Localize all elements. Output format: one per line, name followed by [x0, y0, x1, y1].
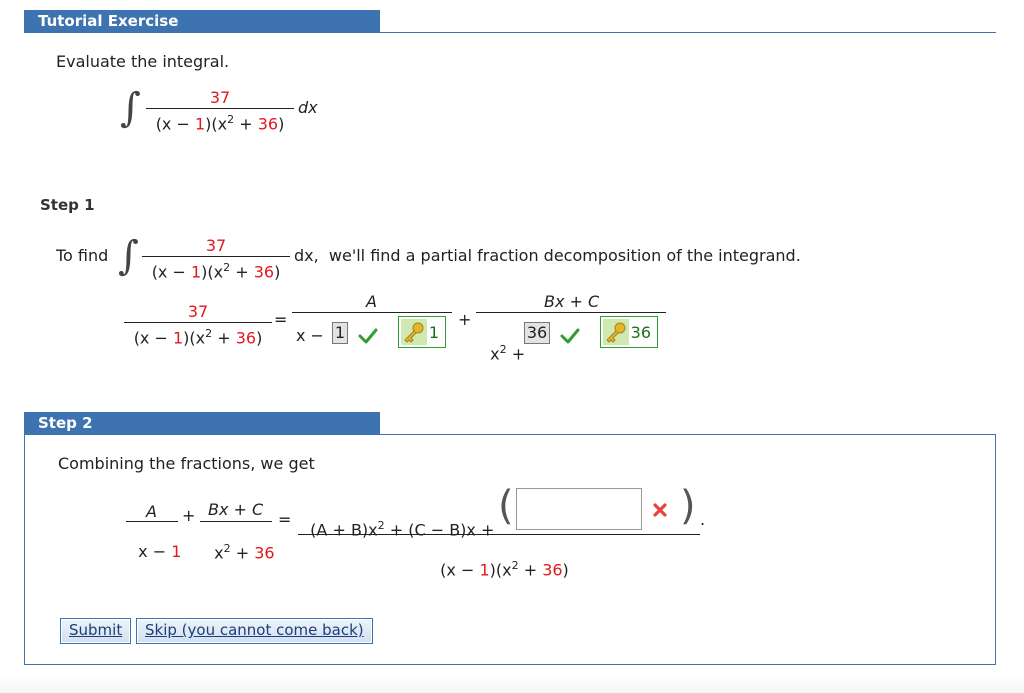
decomp-lhs-numerator: 37	[187, 302, 209, 321]
step2-rhs-bar	[298, 534, 700, 535]
key-icon	[603, 319, 629, 345]
integrand-numerator: 37	[209, 88, 231, 107]
step2-f1-bar	[126, 521, 178, 522]
decomp-plus: +	[458, 310, 472, 329]
decomp-frac2-numerator: Bx + C	[544, 292, 600, 311]
step1-label: Step 1	[40, 196, 95, 214]
decomp-frac2-den-prefix: x2 +	[490, 343, 531, 364]
step2-right-paren: )	[680, 483, 696, 529]
step1-to-find: To find	[56, 246, 109, 265]
step1-denominator: (x − 1)(x2 + 36)	[151, 261, 281, 282]
decomp-frac2-key: 36	[600, 316, 658, 348]
step2-rhs-denominator: (x − 1)(x2 + 36)	[440, 559, 569, 580]
decomp-frac1-answer-box[interactable]: 1	[332, 322, 348, 344]
decomp-frac2-answer-box[interactable]: 36	[524, 322, 550, 344]
decomp-frac1-key: 1	[398, 316, 446, 348]
step1-integral-sign: ∫	[118, 233, 139, 279]
tutorial-header-rule	[24, 32, 996, 33]
step2-intro: Combining the fractions, we get	[58, 454, 315, 473]
step2-f1-denominator: x − 1	[138, 542, 182, 561]
step2-header: Step 2	[24, 412, 380, 434]
decomp-lhs-denominator: (x − 1)(x2 + 36)	[133, 327, 263, 348]
page-bottom-shadow	[0, 676, 1024, 693]
check-icon	[358, 328, 378, 344]
skip-button[interactable]: Skip (you cannot come back)	[136, 618, 373, 644]
integral-sign: ∫	[120, 85, 141, 131]
decomp-frac1-den-prefix: x −	[296, 326, 330, 345]
step2-plus: +	[182, 506, 196, 525]
step2-f1-numerator: A	[146, 502, 157, 521]
submit-button[interactable]: Submit	[60, 618, 132, 644]
decomp-frac2-bar	[476, 312, 666, 313]
tutorial-header: Tutorial Exercise	[24, 10, 380, 32]
step2-period: .	[700, 510, 706, 529]
decomp-equals: =	[274, 310, 288, 329]
step2-f2-bar	[200, 521, 272, 522]
step2-label: Step 2	[38, 414, 93, 432]
step2-answer-input[interactable]	[516, 488, 642, 530]
step2-f2-denominator: x2 + 36	[214, 542, 275, 563]
step1-numerator: 37	[205, 236, 227, 255]
integrand-fraction: 37 (x − 1)(x2 + 36)	[146, 88, 294, 135]
decomp-frac1-key-value: 1	[428, 323, 439, 342]
step2-left-paren: (	[498, 483, 514, 529]
decomp-frac1-numerator: A	[366, 292, 377, 311]
prompt-text: Evaluate the integral.	[56, 52, 230, 71]
integral-dx: dx	[298, 98, 318, 117]
check-icon	[560, 328, 580, 344]
step1-sentence: dx, we'll find a partial fraction decomp…	[294, 246, 801, 265]
decomp-frac1-bar	[292, 312, 452, 313]
wrong-x-icon	[653, 503, 667, 517]
key-icon	[401, 319, 427, 345]
step2-equals: =	[278, 510, 292, 529]
step1-integrand-fraction: 37 (x − 1)(x2 + 36)	[142, 236, 290, 283]
integrand-denominator: (x − 1)(x2 + 36)	[155, 113, 285, 134]
decomp-frac2-key-value: 36	[630, 323, 651, 342]
tutorial-header-label: Tutorial Exercise	[38, 12, 179, 30]
step2-f2-numerator: Bx + C	[208, 500, 264, 519]
decomp-lhs-fraction: 37 (x − 1)(x2 + 36)	[124, 302, 272, 349]
